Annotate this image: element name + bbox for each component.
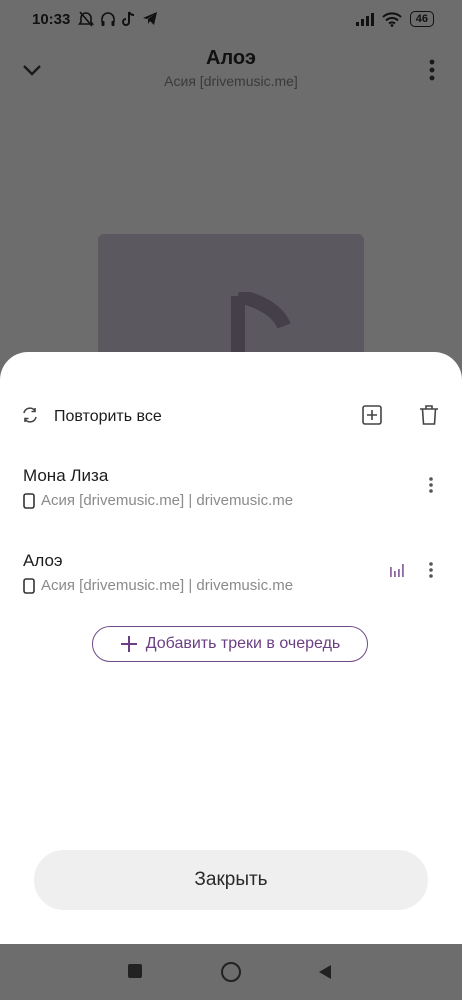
player-title: Алоэ bbox=[206, 47, 256, 69]
equalizer-icon bbox=[390, 564, 404, 577]
add-tracks-button[interactable]: Добавить треки в очередь bbox=[92, 626, 368, 662]
alarm-off-icon bbox=[78, 11, 94, 27]
phone-storage-icon bbox=[23, 492, 35, 509]
more-vert-icon[interactable] bbox=[424, 56, 440, 84]
status-bar: 10:33 46 bbox=[0, 0, 462, 40]
add-tracks-label: Добавить треки в очередь bbox=[145, 635, 341, 652]
track-meta: Асия [drivemusic.me] | drivemusic.me bbox=[23, 492, 293, 509]
notification-icons bbox=[78, 10, 158, 28]
queue-track[interactable]: Мона Лиза Асия [drivemusic.me] | drivemu… bbox=[0, 466, 462, 536]
headphones-icon bbox=[101, 12, 115, 26]
back-triangle-icon[interactable] bbox=[318, 964, 332, 980]
system-nav-bar bbox=[0, 944, 462, 1000]
track-meta: Асия [drivemusic.me] | drivemusic.me bbox=[23, 577, 293, 594]
system-icons: 46 bbox=[355, 11, 434, 27]
telegram-icon bbox=[143, 12, 157, 25]
more-vert-icon[interactable] bbox=[424, 557, 438, 583]
track-artist-source: Асия [drivemusic.me] | drivemusic.me bbox=[41, 577, 294, 594]
signal-icon bbox=[355, 13, 374, 26]
plus-icon bbox=[120, 636, 137, 652]
repeat-label: Повторить все bbox=[54, 408, 162, 425]
track-title: Мона Лиза bbox=[23, 466, 109, 485]
player-header: Алоэ Асия [drivemusic.me] bbox=[0, 40, 462, 100]
repeat-row[interactable]: Повторить все bbox=[0, 392, 462, 440]
wifi-icon bbox=[382, 11, 402, 27]
phone-storage-icon bbox=[23, 577, 35, 594]
status-time: 10:33 bbox=[32, 11, 71, 28]
track-artist-source: Асия [drivemusic.me] | drivemusic.me bbox=[41, 492, 294, 509]
battery-indicator: 46 bbox=[409, 11, 434, 27]
close-button[interactable]: Закрыть bbox=[34, 850, 428, 910]
recent-apps-button[interactable] bbox=[128, 964, 142, 978]
queue-sheet: Повторить все Мона Лиза Асия [drivemusic… bbox=[0, 352, 462, 944]
track-title: Алоэ bbox=[23, 551, 63, 570]
home-button[interactable] bbox=[221, 962, 241, 982]
queue-track-playing[interactable]: Алоэ Асия [drivemusic.me] | drivemusic.m… bbox=[0, 551, 462, 621]
player-subtitle: Асия [drivemusic.me] bbox=[164, 73, 298, 89]
tiktok-icon bbox=[122, 11, 135, 26]
trash-icon[interactable] bbox=[419, 404, 439, 426]
more-vert-icon[interactable] bbox=[424, 472, 438, 498]
add-to-playlist-icon[interactable] bbox=[362, 405, 382, 425]
repeat-icon[interactable] bbox=[20, 405, 40, 425]
